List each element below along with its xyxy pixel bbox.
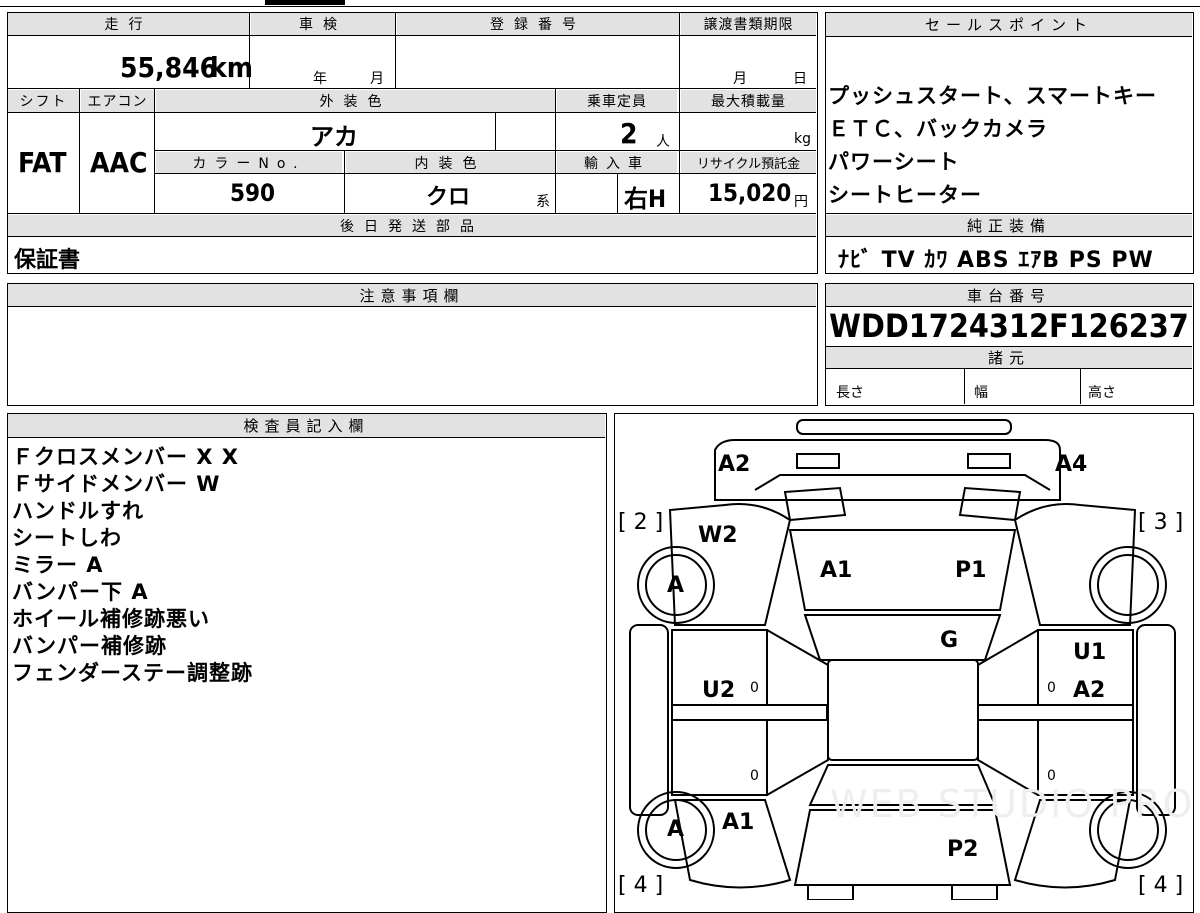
mileage-header: 走行 [8, 13, 249, 35]
import-value: 右H [624, 185, 667, 213]
damage-a2-right-door: A2 [1073, 678, 1106, 703]
recycle-header: リサイクル預託金 [681, 152, 816, 173]
sales-line-4: シートヒーター [828, 183, 982, 207]
zero-mark-1: 0 [750, 680, 759, 696]
watermark: WEB STUDIO PRO [830, 782, 1195, 826]
aircon-header: エアコン [81, 90, 154, 112]
notes-header: 注意事項欄 [8, 284, 816, 307]
interior-suffix: 系 [536, 194, 550, 210]
shift-value: FAT [18, 146, 67, 179]
corner-3: [ 3 ] [1138, 510, 1184, 535]
interior-value: クロ [426, 185, 471, 210]
corner-4-right: [ 4 ] [1138, 873, 1184, 898]
mileage-value: 55,846 [120, 51, 218, 84]
load-unit: kg [794, 131, 811, 147]
corner-4-left: [ 4 ] [618, 873, 664, 898]
inspector-line-6: バンパー下 A [12, 580, 149, 604]
inspector-line-5: ミラー A [12, 553, 104, 577]
import-header: 輸入車 [557, 152, 677, 173]
registration-header: 登録番号 [397, 13, 679, 35]
inspection-header: 車検 [251, 13, 395, 35]
exterior-value: アカ [310, 123, 358, 151]
transfer-day: 日 [793, 71, 807, 87]
damage-p1: P1 [955, 558, 987, 583]
inspector-line-9: フェンダーステー調整跡 [12, 661, 253, 685]
aircon-value: AAC [90, 146, 148, 179]
sales-point-box: セールスポイント 純正装備 ﾅﾋﾞ TV ｶﾜ ABS ｴｱB PS PW [825, 12, 1194, 274]
capacity-header: 乗車定員 [557, 90, 677, 112]
inspector-line-2: Ｆサイドメンバー W [12, 472, 221, 496]
sales-line-2: ＥＴＣ、バックカメラ [828, 117, 1048, 141]
inspector-line-7: ホイール補修跡悪い [12, 607, 210, 631]
chassis-header: 車台番号 [826, 284, 1192, 307]
damage-a4-front-right: A4 [1055, 452, 1088, 477]
car-diagram-box [614, 413, 1194, 913]
inspector-line-3: ハンドルすれ [12, 499, 144, 523]
damage-a1-rear: A1 [722, 810, 755, 835]
inspection-year: 年 [313, 71, 327, 87]
chassis-number: WDD1724312F126237 [829, 307, 1189, 345]
equipment-value: ﾅﾋﾞ TV ｶﾜ ABS ｴｱB PS PW [838, 248, 1154, 273]
inspector-header: 検査員記入欄 [8, 414, 605, 438]
chassis-box: 車台番号 WDD1724312F126237 諸元 長さ 幅 高さ [825, 283, 1194, 406]
later-parts-header: 後日発送部品 [8, 215, 816, 236]
damage-w2: W2 [698, 523, 738, 548]
sales-header: セールスポイント [826, 13, 1192, 37]
length-label: 長さ [836, 385, 864, 401]
top-strip [0, 0, 1200, 7]
sales-line-3: パワーシート [828, 150, 960, 174]
capacity-unit: 人 [656, 134, 670, 150]
inspection-month: 月 [370, 71, 384, 87]
wheel-front-left-label: A [667, 573, 685, 598]
specs-header: 諸元 [826, 347, 1192, 369]
damage-u1: U1 [1073, 640, 1107, 665]
notes-box: 注意事項欄 [7, 283, 818, 406]
damage-p2: P2 [947, 837, 979, 862]
later-parts-value: 保証書 [14, 248, 81, 273]
color-no-header: カラーNo. [156, 152, 342, 173]
wheel-rear-left-label: A [667, 817, 685, 842]
zero-mark-3: 0 [750, 768, 759, 784]
inspector-line-1: Ｆクロスメンバー X X [12, 445, 240, 469]
recycle-value: 15,020 [708, 179, 792, 207]
vehicle-info-table: 走行 車検 登録番号 譲渡書類期限 55,846 km 年 月 月 日 シフト … [7, 12, 818, 274]
mileage-unit: km [210, 51, 253, 84]
exterior-header: 外装色 [156, 90, 555, 112]
equipment-header: 純正装備 [826, 215, 1192, 237]
recycle-unit: 円 [794, 194, 808, 210]
transfer-header: 譲渡書類期限 [681, 13, 816, 35]
color-no-value: 590 [230, 179, 276, 207]
transfer-month: 月 [733, 71, 747, 87]
damage-u2: U2 [702, 678, 736, 703]
damage-a2-front-left: A2 [718, 452, 751, 477]
shift-header: シフト [8, 90, 79, 112]
inspector-line-8: バンパー補修跡 [12, 634, 168, 658]
height-label: 高さ [1088, 385, 1116, 401]
damage-g: G [940, 628, 959, 653]
damage-a1-hood: A1 [820, 558, 853, 583]
width-label: 幅 [974, 385, 988, 401]
corner-2: [ 2 ] [618, 510, 664, 535]
sales-line-1: プッシュスタート、スマートキー [828, 84, 1157, 108]
capacity-value: 2 [620, 117, 638, 150]
top-strip-shape [265, 0, 345, 5]
inspector-line-4: シートしわ [12, 526, 122, 550]
interior-header: 内装色 [346, 152, 555, 173]
zero-mark-2: 0 [1047, 680, 1056, 696]
load-header: 最大積載量 [681, 90, 816, 112]
zero-mark-4: 0 [1047, 768, 1056, 784]
